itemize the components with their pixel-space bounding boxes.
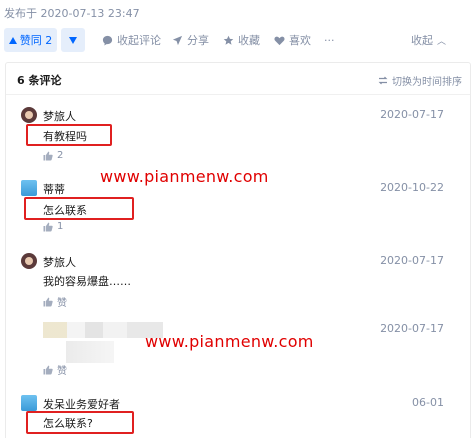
comment-date: 2020-10-22 bbox=[380, 181, 444, 194]
sort-label: 切换为时间排序 bbox=[392, 77, 462, 88]
like-count: 1 bbox=[57, 221, 64, 232]
blurred-text bbox=[66, 341, 114, 363]
like-label: 喜欢 bbox=[289, 34, 311, 47]
chevron-up-icon: ︿ bbox=[436, 36, 446, 47]
comments-header: 6 条评论 切换为时间排序 bbox=[6, 63, 470, 95]
like-button[interactable]: 喜欢 bbox=[274, 28, 311, 52]
thumbs-up-icon bbox=[43, 365, 53, 374]
favorite-label: 收藏 bbox=[238, 34, 260, 47]
thumbs-up-icon bbox=[43, 297, 53, 306]
share-button[interactable]: 分享 bbox=[172, 28, 209, 52]
watermark-text: www.pianmenw.com bbox=[145, 332, 314, 351]
comment-like-button[interactable]: 2 bbox=[43, 150, 63, 161]
avatar[interactable] bbox=[21, 180, 37, 196]
avatar[interactable] bbox=[21, 107, 37, 123]
highlight-box bbox=[26, 124, 112, 146]
more-button[interactable]: ··· bbox=[324, 28, 335, 52]
avatar[interactable] bbox=[21, 253, 37, 269]
thumbs-up-icon bbox=[43, 222, 53, 231]
avatar[interactable] bbox=[21, 395, 37, 411]
thumbs-up-icon bbox=[43, 151, 53, 160]
fold-button[interactable]: 收起 ︿ bbox=[411, 28, 446, 52]
sort-toggle[interactable]: 切换为时间排序 bbox=[378, 73, 462, 88]
comments-panel: 6 条评论 切换为时间排序 梦旅人 2020-07-17 有教程吗 2 蒂蒂 2… bbox=[5, 62, 471, 438]
comment-author[interactable]: 梦旅人 bbox=[43, 254, 76, 270]
more-label: ··· bbox=[324, 33, 335, 47]
comment-date: 2020-07-17 bbox=[380, 108, 444, 121]
comment-like-button[interactable]: 1 bbox=[43, 221, 63, 232]
share-icon bbox=[172, 35, 183, 45]
downvote-button[interactable] bbox=[61, 28, 85, 52]
comment-count: 6 条评论 bbox=[17, 74, 62, 87]
like-label: 赞 bbox=[57, 298, 67, 309]
upvote-label: 赞同 2 bbox=[19, 34, 53, 47]
like-count: 2 bbox=[57, 150, 64, 161]
highlight-box bbox=[24, 197, 134, 220]
favorite-button[interactable]: 收藏 bbox=[223, 28, 260, 52]
comment-author[interactable]: 发呆业务爱好者 bbox=[43, 396, 120, 412]
answer-action-bar: 赞同 2 收起评论 分享 收藏 喜欢 ··· 收起 ︿ bbox=[0, 28, 476, 52]
downvote-triangle-icon bbox=[69, 36, 77, 44]
heart-icon bbox=[274, 36, 285, 45]
comment-author[interactable]: 蒂蒂 bbox=[43, 181, 65, 197]
switch-icon bbox=[378, 76, 388, 85]
comment-icon bbox=[102, 35, 113, 46]
comment-date: 2020-07-17 bbox=[380, 254, 444, 267]
share-label: 分享 bbox=[187, 34, 209, 47]
fold-label: 收起 bbox=[410, 34, 433, 47]
highlight-box bbox=[26, 411, 134, 434]
comment-text: 我的容易爆盘…… bbox=[43, 275, 131, 288]
posted-timestamp: 发布于 2020-07-13 23:47 bbox=[4, 7, 140, 20]
watermark-text: www.pianmenw.com bbox=[100, 167, 269, 186]
like-label: 赞 bbox=[57, 366, 67, 377]
comment-like-button[interactable]: 赞 bbox=[43, 294, 67, 309]
comment-author[interactable]: 梦旅人 bbox=[43, 108, 76, 124]
comment-date: 06-01 bbox=[412, 396, 444, 409]
collapse-comments-label: 收起评论 bbox=[117, 34, 161, 47]
upvote-triangle-icon bbox=[8, 36, 17, 44]
comment-like-button[interactable]: 赞 bbox=[43, 362, 67, 377]
comment-date: 2020-07-17 bbox=[380, 322, 444, 335]
star-icon bbox=[223, 35, 234, 45]
upvote-button[interactable]: 赞同 2 bbox=[4, 28, 57, 52]
collapse-comments-button[interactable]: 收起评论 bbox=[102, 28, 161, 52]
